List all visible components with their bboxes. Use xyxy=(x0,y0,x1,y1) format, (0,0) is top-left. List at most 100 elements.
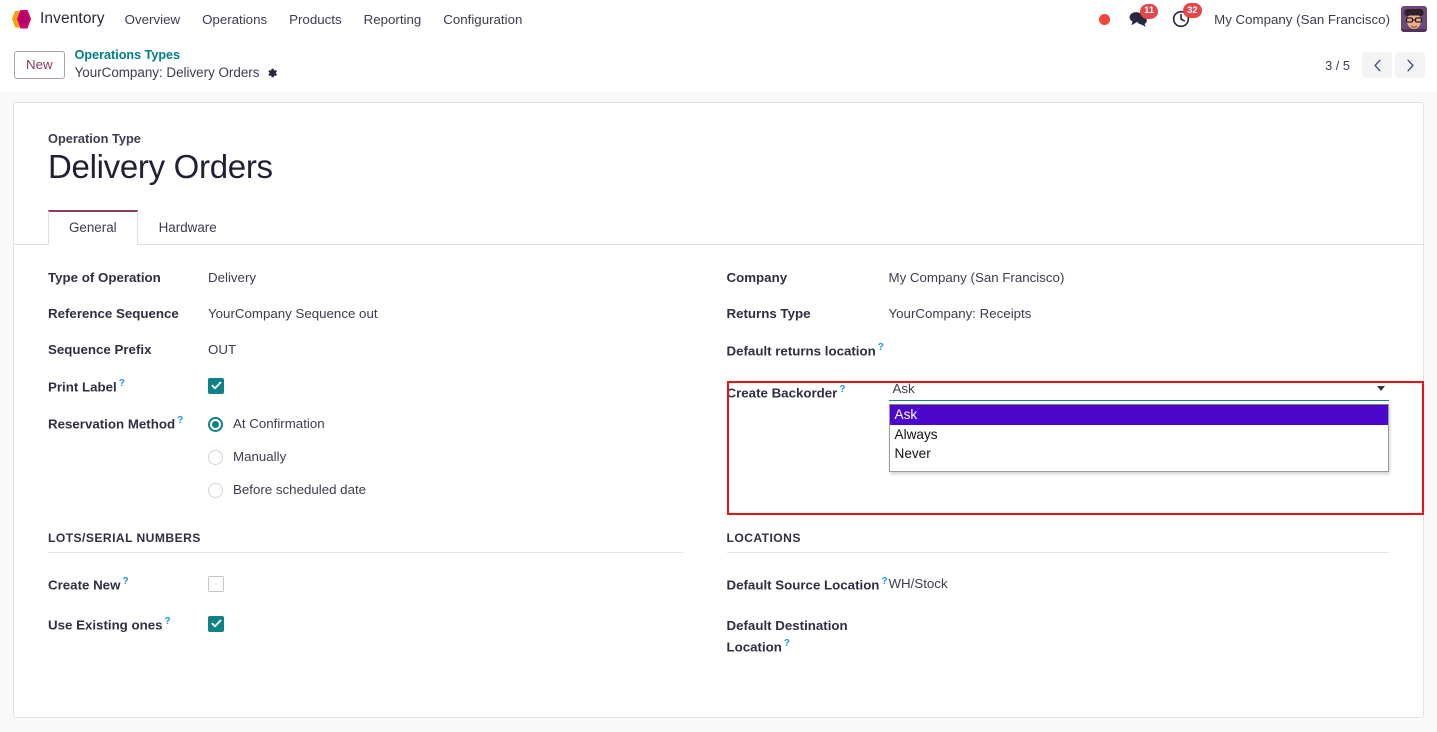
section-lots-serial-numbers: LOTS/SERIAL NUMBERS Create New? Use Exis… xyxy=(48,531,719,673)
use-existing-ones-checkbox[interactable] xyxy=(208,615,224,632)
field-label: Print Label? xyxy=(48,375,208,397)
create-new-checkbox[interactable] xyxy=(208,576,224,592)
field-label-text: Create New xyxy=(48,577,121,593)
record-dot-icon[interactable] xyxy=(1099,13,1111,25)
navbar-right-group: 11 32 My Company (San Francisco) xyxy=(1099,3,1427,32)
pager-count: 3 / 5 xyxy=(1325,57,1350,73)
reservation-method-radio-group: At Confirmation Manually Before schedule… xyxy=(208,413,683,500)
field-label-text: Reservation Method xyxy=(48,416,176,432)
help-icon[interactable]: ? xyxy=(122,576,128,587)
record-sheet: Operation Type Delivery Orders General H… xyxy=(13,102,1424,718)
help-icon[interactable]: ? xyxy=(165,616,171,627)
field-value[interactable]: YourCompany Sequence out xyxy=(208,303,683,324)
field-label-text: Print Label xyxy=(48,379,117,395)
inventory-cube-icon[interactable] xyxy=(12,9,31,30)
section-locations: LOCATIONS Default Source Location? WH/St… xyxy=(719,531,1390,673)
field-default-source-location: Default Source Location? WH/Stock xyxy=(727,573,1390,595)
form-column-right: Company My Company (San Francisco) Retur… xyxy=(719,267,1390,515)
field-value[interactable] xyxy=(889,339,1390,340)
activities-badge: 32 xyxy=(1183,3,1202,18)
field-label: Sequence Prefix xyxy=(48,341,152,357)
breadcrumb-parent-link[interactable]: Operations Types xyxy=(75,48,279,64)
create-backorder-select[interactable]: Ask xyxy=(888,381,1389,402)
nav-item-reporting[interactable]: Reporting xyxy=(364,12,422,27)
option-never[interactable]: Never xyxy=(890,444,1389,463)
radio-before-scheduled-date[interactable]: Before scheduled date xyxy=(208,480,683,500)
gear-icon[interactable] xyxy=(266,67,278,79)
section-title: LOTS/SERIAL NUMBERS xyxy=(48,531,683,553)
field-label: Type of Operation xyxy=(48,269,161,285)
company-switcher[interactable]: My Company (San Francisco) xyxy=(1214,12,1390,27)
create-backorder-dropdown[interactable]: Ask Ask Always Never xyxy=(888,381,1389,473)
help-icon[interactable]: ? xyxy=(784,638,790,649)
field-label: Returns Type xyxy=(726,305,811,321)
field-print-label: Print Label? xyxy=(48,375,683,397)
print-label-checkbox[interactable] xyxy=(208,377,224,394)
nav-item-operations[interactable]: Operations xyxy=(202,12,267,27)
create-backorder-selected-value: Ask xyxy=(892,381,915,397)
field-reservation-method: Reservation Method? At Confirmation Manu… xyxy=(48,412,683,500)
caret-down-icon xyxy=(1377,386,1385,392)
radio-indicator xyxy=(208,482,223,498)
help-icon[interactable]: ? xyxy=(119,378,125,389)
nav-item-overview[interactable]: Overview xyxy=(125,12,180,27)
option-ask[interactable]: Ask xyxy=(889,405,1388,425)
radio-manually[interactable]: Manually xyxy=(208,447,683,467)
field-reference-sequence: Reference Sequence YourCompany Sequence … xyxy=(48,303,683,324)
radio-label: Manually xyxy=(233,449,287,465)
nav-item-configuration[interactable]: Configuration xyxy=(443,12,522,27)
help-icon[interactable]: ? xyxy=(881,576,887,587)
activities-button[interactable]: 32 xyxy=(1172,3,1202,28)
app-name[interactable]: Inventory xyxy=(40,10,105,28)
create-backorder-options-list[interactable]: Ask Always Never xyxy=(888,404,1389,473)
field-label: Create Backorder? xyxy=(727,381,889,403)
options-list-padding xyxy=(890,463,1389,471)
chevron-right-icon xyxy=(1406,59,1414,71)
option-always[interactable]: Always xyxy=(890,425,1389,444)
field-label: Create New? xyxy=(48,573,208,595)
tab-general[interactable]: General xyxy=(48,209,138,245)
field-value[interactable]: YourCompany: Receipts xyxy=(889,303,1390,324)
field-label: Default Destination Location? xyxy=(727,615,889,657)
new-button[interactable]: New xyxy=(14,50,65,80)
field-value[interactable] xyxy=(889,615,1390,616)
field-value xyxy=(208,573,683,598)
tab-bar: General Hardware xyxy=(14,209,1423,245)
control-panel: New Operations Types YourCompany: Delive… xyxy=(0,38,1437,92)
field-value[interactable]: WH/Stock xyxy=(889,573,1390,594)
field-value[interactable]: My Company (San Francisco) xyxy=(889,267,1390,288)
nav-item-products[interactable]: Products xyxy=(289,12,341,27)
sheet-wrapper: Operation Type Delivery Orders General H… xyxy=(0,92,1437,718)
tab-hardware[interactable]: Hardware xyxy=(138,210,238,245)
field-label: Company xyxy=(726,269,788,285)
form-sections: LOTS/SERIAL NUMBERS Create New? Use Exis… xyxy=(48,531,1389,673)
pager-previous-button[interactable] xyxy=(1362,52,1392,78)
user-avatar-icon[interactable] xyxy=(1401,6,1427,32)
pager-next-button[interactable] xyxy=(1395,52,1425,78)
radio-indicator xyxy=(208,449,223,465)
field-sequence-prefix: Sequence Prefix OUT xyxy=(48,339,683,360)
help-icon[interactable]: ? xyxy=(878,342,884,353)
field-value[interactable]: OUT xyxy=(208,339,683,360)
help-icon[interactable]: ? xyxy=(177,415,183,426)
radio-indicator xyxy=(208,416,223,432)
breadcrumb-current-label: YourCompany: Delivery Orders xyxy=(74,65,260,81)
form-body: Type of Operation Delivery Reference Seq… xyxy=(48,245,1389,515)
field-label-text: Use Existing ones xyxy=(48,617,163,633)
record-subtitle: Operation Type xyxy=(48,131,141,146)
field-value[interactable]: Delivery xyxy=(208,267,683,288)
field-use-existing-ones: Use Existing ones? xyxy=(48,613,683,635)
field-value xyxy=(208,613,683,635)
help-icon[interactable]: ? xyxy=(839,384,845,395)
messages-button[interactable]: 11 xyxy=(1129,3,1159,28)
field-label-text: Default Source Location xyxy=(726,577,880,593)
field-company: Company My Company (San Francisco) xyxy=(727,267,1390,288)
messages-badge: 11 xyxy=(1140,3,1159,19)
field-value xyxy=(208,375,683,397)
breadcrumb: Operations Types YourCompany: Delivery O… xyxy=(75,48,279,81)
field-returns-type: Returns Type YourCompany: Receipts xyxy=(727,303,1390,324)
field-label: Use Existing ones? xyxy=(48,613,208,635)
field-type-of-operation: Type of Operation Delivery xyxy=(48,267,683,288)
radio-at-confirmation[interactable]: At Confirmation xyxy=(208,414,683,434)
field-label: Reference Sequence xyxy=(48,305,179,321)
